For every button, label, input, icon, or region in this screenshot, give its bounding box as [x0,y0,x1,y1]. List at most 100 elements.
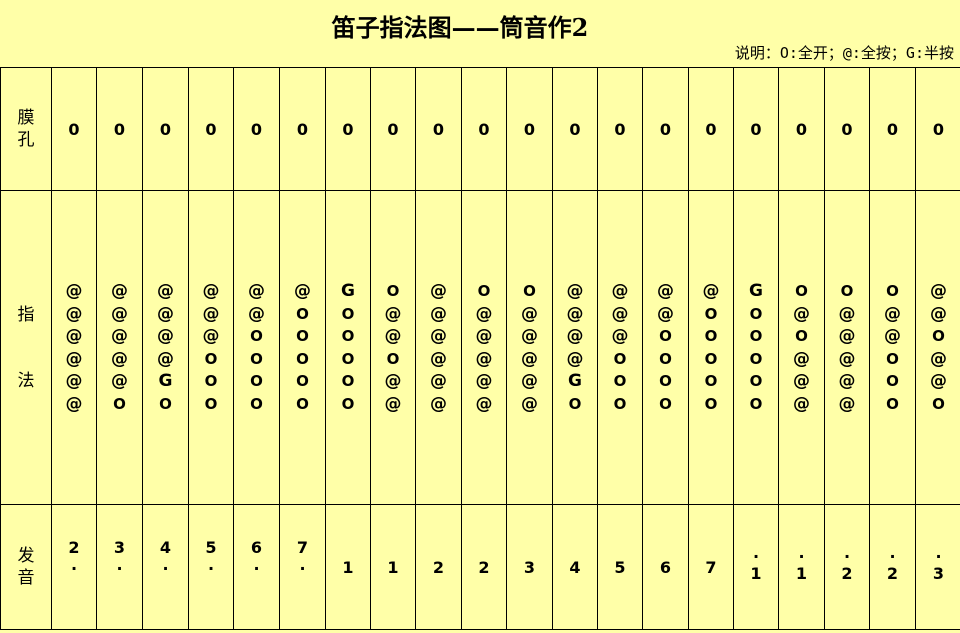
pitch-note: 1 [371,537,415,597]
finger-hole-symbol: @ [566,281,584,301]
finger-hole-symbol: O [840,282,854,300]
pitch-number: 4 [569,558,581,577]
row-label-char: 膜 [17,108,35,128]
octave-dot-below: . [116,555,123,574]
fingering-cell: @ @ O @ @ O [915,190,960,505]
fingering-cell: @ @ @ @ @ @ [415,190,462,505]
pitch-cell: .1 [733,504,779,630]
fingering-stack: @ @ @ @ @ O [111,280,128,415]
finger-hole-symbol: @ [521,393,538,414]
finger-hole-symbol: O [659,372,672,390]
finger-hole-symbol: O [250,372,263,390]
finger-hole-symbol: @ [702,281,720,301]
pitch-cell: 4 [552,504,598,630]
finger-hole-symbol: @ [430,348,447,369]
row-membrane-hole: 膜 孔 00000000000000000000 [0,67,960,191]
fingering-stack: @ @ O O O O [657,280,674,415]
fingering-stack: O @ @ @ @ @ [521,280,538,415]
finger-hole-symbol: @ [157,281,174,301]
membrane-hole-cell: 0 [915,67,960,191]
finger-hole-symbol: O [250,394,263,413]
membrane-hole-cell: 0 [552,67,598,191]
finger-hole-symbol: @ [65,281,83,301]
membrane-hole-cell: 0 [506,67,553,191]
finger-hole-symbol: O [795,282,808,300]
finger-hole-symbol: O [159,394,172,413]
finger-hole-symbol: @ [838,326,856,346]
finger-hole-symbol: @ [566,348,584,369]
finger-hole-symbol: O [296,327,309,345]
finger-hole-symbol: O [795,327,808,345]
membrane-hole-cell: 0 [96,67,143,191]
finger-hole-symbol: G [749,281,763,301]
pitch-cell: .3 [915,504,960,630]
octave-dot-above: . [889,543,896,562]
finger-hole-symbol: @ [793,371,810,391]
pitch-note: .2 [870,537,915,597]
finger-hole-symbol: @ [202,281,220,301]
pitch-cell: 5 [597,504,643,630]
finger-hole-symbol: @ [384,371,402,391]
finger-hole-symbol: O [341,372,355,390]
fingering-stack: GOOOOO [749,280,763,415]
finger-hole-symbol: @ [930,281,947,301]
fingering-cell: @ @ @ @ G O [142,190,189,505]
finger-hole-symbol: @ [384,326,402,346]
octave-dot-below: . [162,555,169,574]
finger-hole-symbol: O [341,394,355,413]
finger-hole-symbol: @ [930,348,947,369]
fingering-cell: @ @ O O O O [233,190,280,505]
fingering-cell: O @ @ @ @ @ [824,190,870,505]
pitch-number: 3 [932,564,945,583]
finger-hole-symbol: @ [111,303,128,324]
finger-hole-symbol: O [296,304,309,323]
pitch-note: .1 [779,537,824,597]
finger-hole-symbol: @ [65,326,83,346]
finger-hole-symbol: @ [793,303,810,324]
pitch-note: .1 [734,537,778,597]
octave-dot-below: . [70,555,78,574]
finger-hole-symbol: @ [202,303,220,324]
finger-hole-symbol: O [704,372,718,390]
finger-hole-symbol: @ [475,371,493,391]
finger-hole-symbol: O [704,349,718,368]
finger-hole-symbol: @ [111,281,128,301]
finger-hole-symbol: @ [430,393,447,414]
finger-hole-symbol: @ [521,303,538,324]
finger-hole-symbol: @ [884,326,901,346]
pitch-cell: 7 [688,504,734,630]
finger-hole-symbol: @ [157,348,174,369]
row-label-pitch: 发 音 [0,504,52,630]
finger-hole-symbol: O [613,372,627,390]
octave-dot-below: . [207,555,215,574]
finger-hole-symbol: @ [384,303,402,324]
finger-hole-symbol: O [749,349,763,368]
finger-hole-symbol: @ [430,303,447,324]
pitch-note: .2 [825,537,869,597]
finger-hole-symbol: @ [930,303,947,324]
finger-hole-symbol: @ [838,371,856,391]
legend-note: 说明：O:全开；@:全按；G:半按 [734,44,954,62]
membrane-hole-cell: 0 [325,67,371,191]
finger-hole-symbol: O [477,282,491,300]
finger-hole-symbol: @ [111,348,128,369]
finger-hole-symbol: O [659,327,672,345]
finger-hole-symbol: O [749,394,763,413]
row-label-char: 指 [17,304,35,325]
finger-hole-symbol: G [568,371,582,391]
finger-hole-symbol: @ [202,326,220,346]
fingering-cell: O @ O @ @ @ [778,190,825,505]
finger-hole-symbol: G [341,281,355,301]
finger-hole-symbol: O [704,304,718,323]
pitch-cell: 2 [461,504,507,630]
finger-hole-symbol: O [204,394,218,413]
fingering-cell: @ @ O O O O [642,190,689,505]
finger-hole-symbol: O [886,349,899,368]
pitch-cell: 6 [642,504,689,630]
finger-hole-symbol: @ [838,303,856,324]
row-pitch: 发 音 2.3.4.5.6.7.112234567.1.1.2.2.3 [0,504,960,630]
pitch-note: 2 [416,537,461,597]
pitch-number: 5 [614,558,626,577]
membrane-hole-cell: 0 [824,67,870,191]
fingering-stack: O @ @ @ @ @ [476,280,493,415]
